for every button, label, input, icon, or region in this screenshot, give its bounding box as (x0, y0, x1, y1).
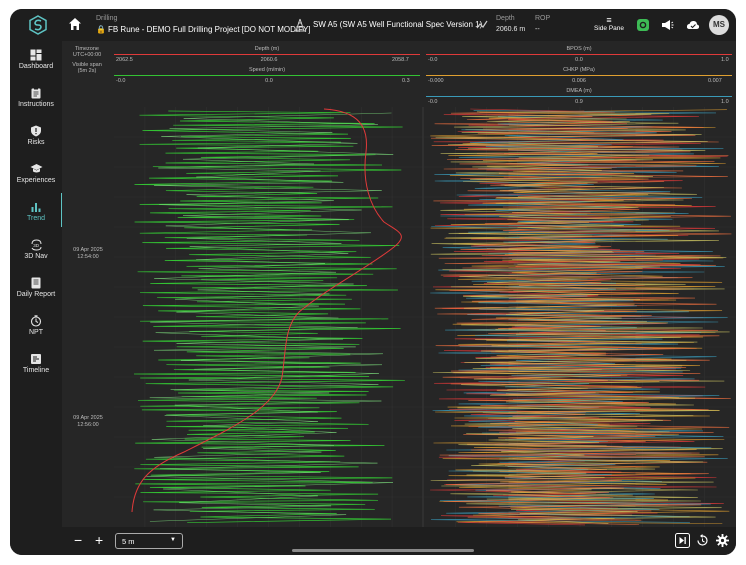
well-rig-icon (295, 18, 305, 32)
timezone-value: UTC+00:00 (72, 52, 102, 58)
dmea-mid: 0.9 (575, 99, 583, 105)
depth-curve-name: Depth (m) (254, 46, 280, 52)
app-window: Drilling 🔒 FB Rune - DEMO Full Drilling P… (10, 9, 736, 555)
dmea-curve-line (426, 96, 732, 97)
well-title[interactable]: SW A5 (SW A5 Well Functional Spec Versio… (313, 20, 482, 29)
side-pane-label: Side Pane (594, 25, 624, 32)
context-label: Drilling (96, 15, 118, 22)
sidebar-item-timeline[interactable]: Timeline (10, 348, 62, 384)
timer-icon (30, 315, 42, 327)
time-label-time: 12:54:00 (77, 253, 99, 260)
dmea-curve-name: DMEA (m) (566, 88, 592, 94)
depth-mid: 2060.6 (260, 57, 278, 63)
project-title[interactable]: 🔒 FB Rune - DEMO Full Drilling Project [D… (96, 25, 311, 34)
rop-value: -- (535, 26, 540, 33)
sidebar-item-label: Experiences (16, 177, 56, 184)
bpos-curve-line (426, 54, 732, 55)
sidebar-item-label: Timeline (22, 367, 50, 374)
sidebar-item-risks[interactable]: Risks (10, 120, 62, 156)
speed-curve-name: Speed (m/min) (248, 67, 286, 73)
chkp-curve-line (426, 75, 732, 76)
dmea-min: -0.0 (428, 99, 438, 105)
lock-icon: 🔒 (96, 25, 106, 34)
trend-view: Timezone UTC+00:00 Visible span (5m 2s) … (62, 41, 736, 527)
top-bar: Drilling 🔒 FB Rune - DEMO Full Drilling P… (10, 9, 736, 41)
speed-min: -0.0 (116, 78, 126, 84)
depth-max: 2058.7 (392, 57, 409, 63)
chevron-down-icon: ▼ (170, 537, 176, 543)
clipboard-icon (31, 87, 41, 99)
chkp-min: -0.000 (428, 78, 444, 84)
bpos-curve-name: BPOS (m) (566, 46, 592, 52)
depth-min: 2062.5 (116, 57, 133, 63)
sidebar-item-label: Instructions (18, 101, 54, 108)
time-label-time: 12:56:00 (77, 421, 99, 428)
sidebar-item-label: Daily Report (16, 291, 56, 298)
svg-text:3D: 3D (33, 243, 40, 248)
time-span-select[interactable]: 5 m ▼ (115, 533, 183, 549)
speed-curve-line (114, 75, 420, 76)
bpos-mid: 0.0 (575, 57, 583, 63)
depth-label: Depth (496, 15, 515, 22)
home-icon[interactable] (68, 17, 82, 31)
sidebar-item-label: 3D Nav (24, 253, 48, 260)
sidebar-item-3d-nav[interactable]: 3D 3D Nav (10, 234, 62, 270)
sidebar-item-label: Risks (27, 139, 45, 146)
depth-curve-line (114, 54, 420, 55)
time-label: 09 Apr 2025 12:56:00 (64, 415, 112, 428)
rop-label: ROP (535, 15, 551, 22)
project-title-text: FB Rune - DEMO Full Drilling Project [DO… (107, 25, 311, 34)
gear-icon[interactable] (715, 533, 730, 548)
sidebar-item-trend[interactable]: Trend (10, 196, 62, 232)
time-span-value: 5 m (122, 537, 135, 546)
report-icon (31, 277, 41, 289)
sidebar-item-experiences[interactable]: Experiences (10, 158, 62, 194)
sidebar-item-npt[interactable]: NPT (10, 310, 62, 346)
bottom-bar: − + 5 m ▼ (62, 527, 736, 555)
trend-tracks[interactable] (114, 107, 736, 527)
camera-icon[interactable] (636, 18, 650, 32)
chkp-mid: 0.006 (572, 78, 586, 84)
zoom-in-button[interactable]: + (95, 532, 103, 548)
app-logo-icon[interactable] (28, 15, 48, 35)
sidebar-item-daily-report[interactable]: Daily Report (10, 272, 62, 308)
bar-chart-icon (31, 203, 41, 212)
3d-rotate-icon: 3D (31, 239, 41, 251)
sidebar-item-label: Trend (26, 215, 46, 222)
sidebar-item-instructions[interactable]: Instructions (10, 82, 62, 118)
sidebar-item-label: Dashboard (18, 63, 54, 70)
bpos-min: -0.0 (428, 57, 438, 63)
dmea-max: 1.0 (721, 99, 729, 105)
timeline-icon (31, 354, 41, 364)
chkp-curve-name: CHKP (MPa) (563, 67, 595, 73)
sidebar: Dashboard Instructions Risks Experiences (10, 41, 63, 555)
cloud-check-icon[interactable] (686, 18, 700, 32)
history-icon[interactable] (695, 533, 710, 548)
dashboard-icon (30, 49, 42, 61)
user-avatar[interactable]: MS (709, 15, 729, 35)
chkp-max: 0.007 (708, 78, 722, 84)
side-pane-button[interactable]: ≡ Side Pane (592, 15, 626, 32)
sidebar-item-dashboard[interactable]: Dashboard (10, 44, 62, 80)
sidebar-item-label: NPT (29, 329, 43, 336)
skip-to-end-icon[interactable] (675, 533, 690, 548)
shield-icon (31, 125, 41, 137)
depth-value: 2060.6 m (496, 26, 526, 33)
bpos-max: 1.0 (721, 57, 729, 63)
trend-line-icon (476, 20, 488, 29)
speed-mid: 0.0 (265, 78, 273, 84)
visible-span-value: (5m 2s) (77, 68, 97, 74)
drag-handle[interactable] (292, 549, 474, 552)
zoom-out-button[interactable]: − (74, 532, 82, 548)
speed-max: 0.3 (402, 78, 410, 84)
side-pane-icon: ≡ (606, 15, 612, 25)
graduation-cap-icon (30, 164, 42, 173)
megaphone-icon[interactable] (660, 18, 674, 32)
time-label: 09 Apr 2025 12:54:00 (64, 247, 112, 260)
